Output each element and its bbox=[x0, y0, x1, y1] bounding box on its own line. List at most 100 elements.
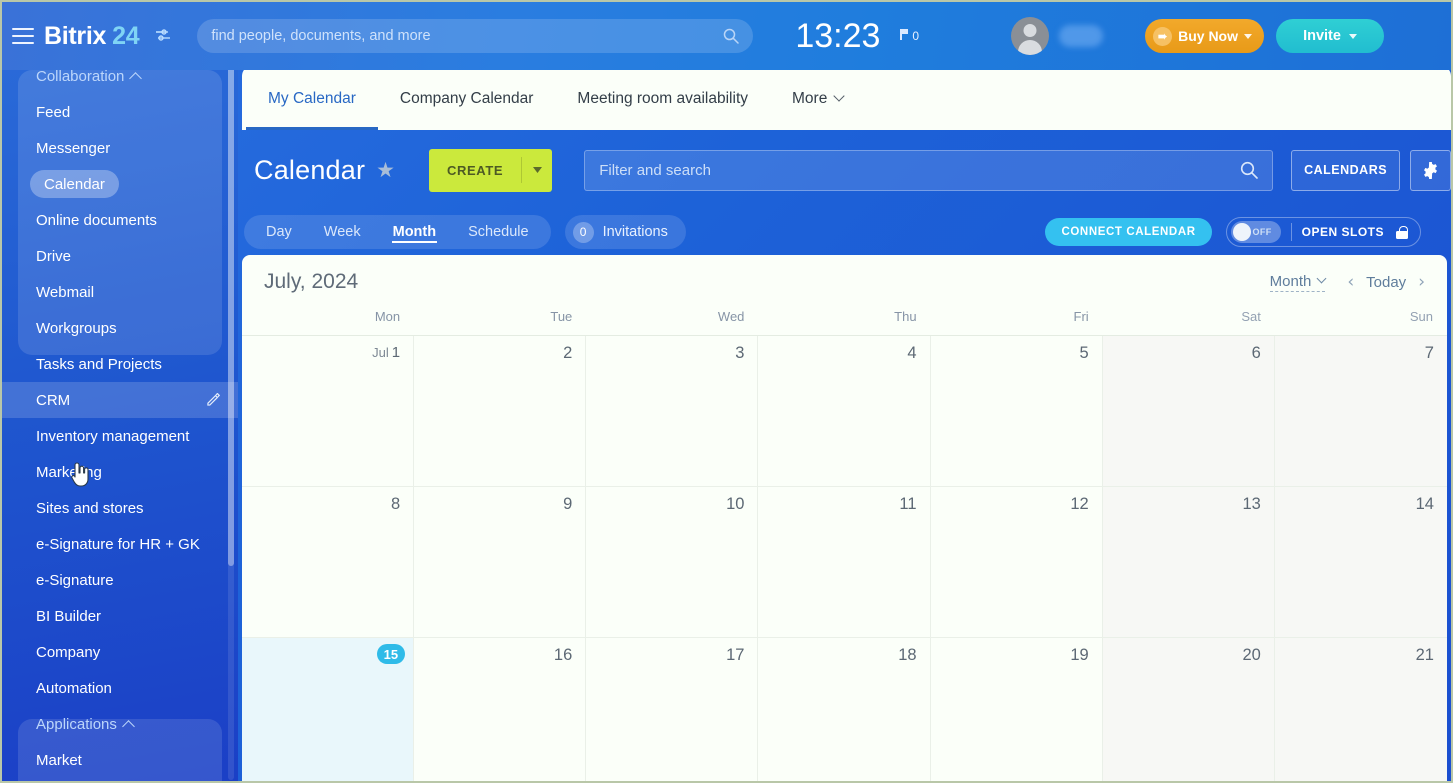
calendar-day-cell[interactable]: 13 bbox=[1102, 487, 1275, 638]
calendar-day-cell[interactable]: 11 bbox=[758, 487, 931, 638]
calendar-month-title: July, 2024 bbox=[264, 270, 359, 293]
pencil-icon[interactable] bbox=[207, 393, 220, 406]
sidebar-item-label: Messenger bbox=[36, 139, 111, 157]
sidebar-item-e-signature[interactable]: e-Signature bbox=[2, 562, 238, 598]
today-button[interactable]: Today bbox=[1366, 274, 1406, 291]
chevron-right-icon[interactable]: › bbox=[1418, 273, 1425, 291]
sidebar-item-e-signature-for-hr-gk[interactable]: e-Signature for HR + GK bbox=[2, 526, 238, 562]
sidebar-item-label: Feed bbox=[36, 103, 71, 121]
calendar-day-cell[interactable]: 16 bbox=[414, 638, 587, 781]
calendar-day-number: 17 bbox=[726, 646, 745, 664]
calendar-day-cell[interactable]: 9 bbox=[414, 487, 587, 638]
sidebar-item-market[interactable]: Market bbox=[2, 742, 238, 778]
caret-down-icon[interactable] bbox=[522, 167, 552, 173]
sidebar-item-label: Workgroups bbox=[36, 319, 117, 337]
calendar-day-cell[interactable]: 18 bbox=[758, 638, 931, 781]
sidebar-item-messenger[interactable]: Messenger bbox=[2, 130, 238, 166]
sidebar-item-sites-and-stores[interactable]: Sites and stores bbox=[2, 490, 238, 526]
sidebar-item-label: CRM bbox=[36, 391, 71, 409]
hamburger-menu-icon[interactable] bbox=[12, 28, 34, 44]
sidebar-group-label: Applications bbox=[36, 715, 117, 733]
view-week[interactable]: Week bbox=[308, 215, 377, 249]
tab-label: Company Calendar bbox=[399, 90, 534, 107]
search-icon[interactable] bbox=[1240, 161, 1258, 179]
view-schedule[interactable]: Schedule bbox=[452, 215, 544, 249]
calendar-day-cell[interactable]: 21 bbox=[1274, 638, 1447, 781]
sidebar-item-calendar[interactable]: Calendar bbox=[2, 166, 238, 202]
calendar-day-cell[interactable]: 17 bbox=[586, 638, 759, 781]
calendar-day-number: 14 bbox=[1415, 495, 1434, 513]
notifications-flag[interactable]: 0 bbox=[900, 29, 919, 43]
calendars-button[interactable]: CALENDARS bbox=[1290, 149, 1401, 191]
chevron-up-icon[interactable] bbox=[122, 719, 135, 733]
buy-now-button[interactable]: ➠ Buy Now bbox=[1145, 19, 1264, 53]
sidebar-item-automation[interactable]: Automation bbox=[2, 670, 238, 706]
invite-button[interactable]: Invite bbox=[1276, 19, 1384, 53]
search-icon bbox=[723, 28, 740, 44]
avatar[interactable] bbox=[1011, 17, 1050, 55]
view-day[interactable]: Day bbox=[250, 215, 308, 249]
sidebar-item-drive[interactable]: Drive bbox=[2, 238, 238, 274]
calendar-day-cell[interactable]: 6 bbox=[1102, 336, 1275, 487]
connect-calendar-button[interactable]: CONNECT CALENDAR bbox=[1045, 218, 1212, 246]
calendar-day-cell[interactable]: Jul 1 bbox=[242, 336, 415, 487]
caret-down-icon[interactable] bbox=[1348, 33, 1357, 39]
sidebar-item-label: Automation bbox=[36, 679, 112, 697]
calendar-day-number: 13 bbox=[1242, 495, 1261, 513]
sidebar-item-webmail[interactable]: Webmail bbox=[2, 274, 238, 310]
chevron-down-icon[interactable] bbox=[833, 90, 845, 102]
calendar-day-cell[interactable]: 20 bbox=[1102, 638, 1275, 781]
calendar-day-cell[interactable]: 19 bbox=[930, 638, 1103, 781]
sidebar-item-company[interactable]: Company bbox=[2, 634, 238, 670]
sidebar-item-online-documents[interactable]: Online documents bbox=[2, 202, 238, 238]
switch-accounts-icon[interactable] bbox=[155, 28, 171, 42]
sidebar-item-tasks-and-projects[interactable]: Tasks and Projects bbox=[2, 346, 238, 382]
calendar-day-cell[interactable]: 15 bbox=[242, 638, 415, 781]
open-slots-toggle[interactable]: OFF bbox=[1230, 221, 1281, 243]
calendar-day-cell[interactable]: 7 bbox=[1274, 336, 1447, 487]
view-month[interactable]: Month bbox=[377, 215, 452, 249]
tab-more[interactable]: More bbox=[770, 68, 865, 130]
calendar-day-cell[interactable]: 14 bbox=[1274, 487, 1447, 638]
calendar-day-number: 4 bbox=[907, 344, 917, 362]
calendar-day-cell[interactable]: 2 bbox=[414, 336, 587, 487]
filter-search-input[interactable]: Filter and search bbox=[584, 149, 1273, 191]
tab-company-calendar[interactable]: Company Calendar bbox=[378, 68, 556, 130]
calendar-day-cell[interactable]: 10 bbox=[586, 487, 759, 638]
calendar-day-number: 16 bbox=[553, 646, 573, 664]
weekday-sun: Sun bbox=[1409, 309, 1433, 324]
sidebar-item-inventory-management[interactable]: Inventory management bbox=[2, 418, 238, 454]
settings-button[interactable] bbox=[1410, 149, 1451, 191]
calendar-view-dropdown[interactable]: Month bbox=[1269, 273, 1327, 292]
sidebar-item-bi-builder[interactable]: BI Builder bbox=[2, 598, 238, 634]
tab-my-calendar[interactable]: My Calendar bbox=[246, 68, 378, 130]
chevron-up-icon[interactable] bbox=[129, 71, 143, 85]
chevron-left-icon[interactable]: ‹ bbox=[1347, 273, 1354, 291]
create-button[interactable]: CREATE bbox=[429, 148, 553, 192]
sidebar-item-feed[interactable]: Feed bbox=[2, 94, 238, 130]
tab-meeting-room-availability[interactable]: Meeting room availability bbox=[555, 68, 770, 130]
sidebar-scrollbar-thumb[interactable] bbox=[228, 66, 234, 566]
bitrix24-logo[interactable]: Bitrix 24 bbox=[44, 22, 171, 51]
invitations-button[interactable]: 0 Invitations bbox=[564, 215, 686, 249]
calendar-day-cell[interactable]: 5 bbox=[930, 336, 1103, 487]
caret-down-icon[interactable] bbox=[1244, 33, 1252, 39]
sidebar-item-crm[interactable]: CRM bbox=[2, 382, 238, 418]
calendar-day-cell[interactable]: 12 bbox=[930, 487, 1103, 638]
page-title: Calendar bbox=[254, 154, 366, 185]
sidebar-group-applications[interactable]: Applications bbox=[2, 706, 238, 742]
sidebar-item-workgroups[interactable]: Workgroups bbox=[2, 310, 238, 346]
sidebar-item-marketing[interactable]: Marketing bbox=[2, 454, 238, 490]
star-icon[interactable]: ★ bbox=[376, 158, 395, 183]
calendar-day-cell[interactable]: 8 bbox=[242, 487, 415, 638]
weekday-tue: Tue bbox=[550, 309, 573, 324]
calendar-month-prefix: Jul bbox=[372, 345, 389, 360]
global-search-input[interactable]: find people, documents, and more bbox=[197, 19, 754, 53]
chevron-down-icon bbox=[1316, 273, 1327, 283]
calendar-day-number: 5 bbox=[1079, 344, 1089, 362]
flag-icon bbox=[900, 29, 909, 40]
sidebar-item-label: Market bbox=[36, 751, 82, 769]
calendar-day-number: 7 bbox=[1424, 344, 1434, 362]
calendar-day-cell[interactable]: 4 bbox=[758, 336, 931, 487]
calendar-day-cell[interactable]: 3 bbox=[586, 336, 759, 487]
